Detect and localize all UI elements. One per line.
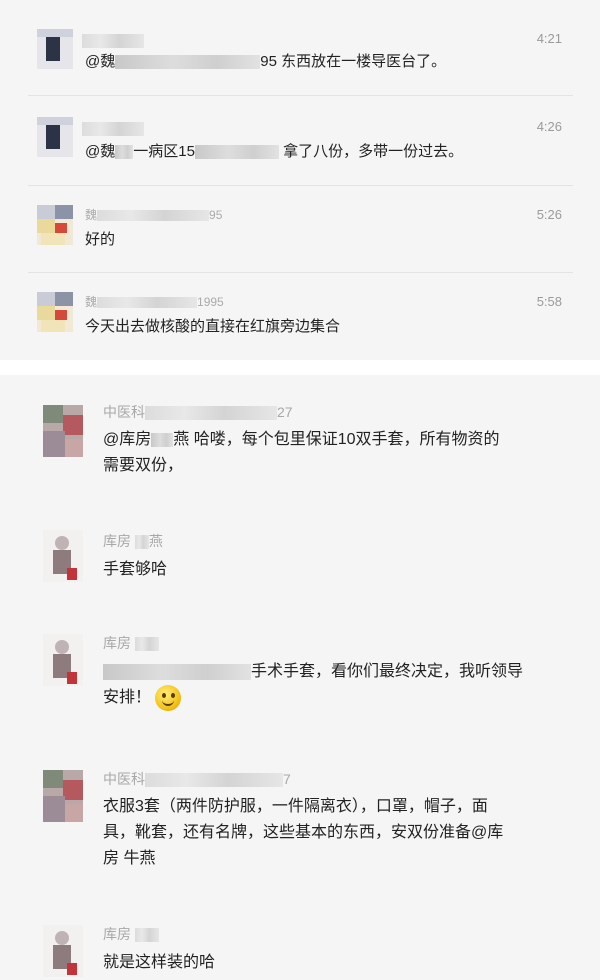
avatar[interactable] [43, 530, 83, 582]
message-text: 手套够哈 [103, 561, 168, 578]
message-text: 衣服3套（两件防护服，一件隔离衣），口罩，帽子，面 具，靴套，还有名牌，这些基本… [103, 798, 504, 867]
sender-name: 中医科 7 [103, 771, 291, 788]
message-text: 手术手套，看你们最终决定，我听领导 安排！ [103, 659, 523, 711]
sender-name: 中医科 27 [103, 404, 293, 421]
avatar[interactable] [43, 925, 83, 977]
chat-panel-bottom: 中医科 27 @库房燕 哈喽，每个包里保证10双手套，所有物资的 需要双份， 库房… [0, 375, 600, 980]
message-time: 4:21 [536, 31, 562, 46]
message-text: 今天出去做核酸的直接在红旗旁边集合 [85, 318, 341, 335]
message-text: 好的 [85, 231, 116, 248]
sender-name: 库房 [103, 634, 159, 652]
divider [28, 185, 573, 186]
sender-name: 魏 95 [85, 208, 223, 222]
message-text: @库房燕 哈喽，每个包里保证10双手套，所有物资的 需要双份， [103, 431, 500, 474]
divider [28, 272, 573, 273]
message-text: @魏 95 东西放在一楼导医台了。 [85, 53, 447, 70]
message-time: 5:58 [536, 294, 562, 309]
sender-name: 库房 [103, 925, 159, 943]
avatar[interactable] [37, 117, 73, 157]
sender-name [82, 119, 144, 137]
avatar[interactable] [43, 634, 83, 686]
message-text: 就是这样装的哈 [103, 954, 216, 971]
sender-name: 库房 燕 [103, 533, 163, 550]
avatar[interactable] [43, 405, 83, 457]
sender-name: 魏 1995 [85, 295, 224, 309]
avatar[interactable] [37, 29, 73, 69]
smile-emoji-icon [155, 685, 182, 711]
message-time: 4:26 [536, 119, 562, 134]
divider [28, 95, 573, 96]
avatar[interactable] [43, 770, 83, 822]
sender-name [82, 31, 144, 49]
avatar[interactable] [37, 205, 73, 245]
chat-panel-top: 4:21 @魏 95 东西放在一楼导医台了。 4:26 @魏 一病区15 拿了八份，… [0, 0, 600, 360]
message-time: 5:26 [536, 207, 562, 222]
avatar[interactable] [37, 292, 73, 332]
message-text: @魏 一病区15 拿了八份，多带一份过去。 [85, 143, 464, 160]
